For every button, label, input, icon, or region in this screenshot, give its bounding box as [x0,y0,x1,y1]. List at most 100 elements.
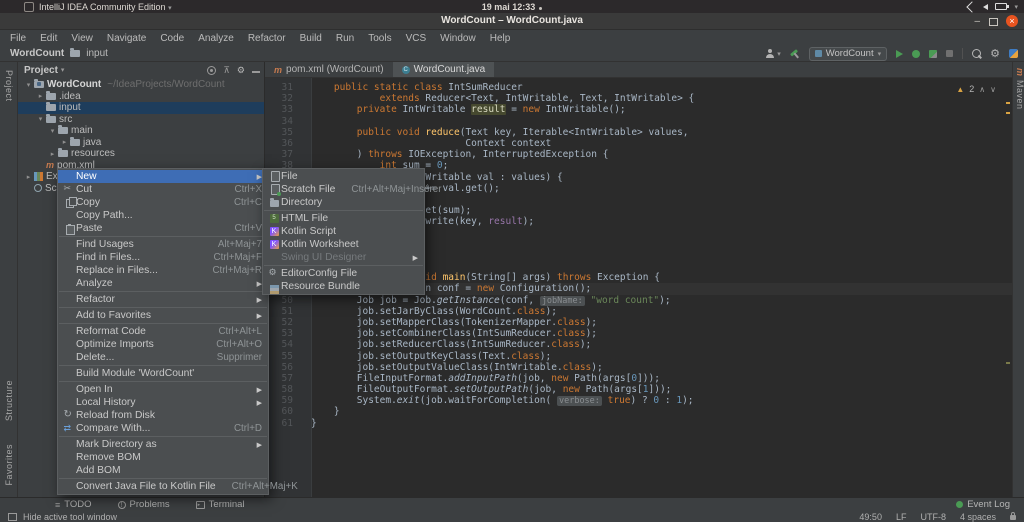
project-view-chevron-icon[interactable]: ▾ [61,66,65,74]
tree-chevron-icon[interactable]: ▸ [60,138,69,146]
tree-item-src[interactable]: ▾ src [18,113,264,126]
menu-view[interactable]: View [64,33,100,44]
context-menu-item-cut[interactable]: Cut Ctrl+X [58,183,268,196]
context-menu-item-reformat-code[interactable]: Reformat Code Ctrl+Alt+L [58,325,268,338]
coverage-button[interactable] [929,49,938,58]
tool-button-problems[interactable]: ! Problems [117,499,170,510]
menu-tools[interactable]: Tools [361,33,398,44]
settings-gear-icon[interactable]: ⚙ [990,48,1000,59]
tree-chevron-icon[interactable]: ▾ [36,115,45,123]
close-button[interactable]: × [1006,15,1018,27]
breadcrumb-folder[interactable]: input [86,48,108,59]
collapse-all-icon[interactable]: ⊼ [223,65,230,76]
context-menu-item-compare-with[interactable]: Compare With... Ctrl+D [58,422,268,435]
inspection-widget[interactable]: ▲ 2 ∧ ∨ [956,84,996,94]
new-submenu-item-file[interactable]: File [263,170,424,183]
context-menu-item-find-usages[interactable]: Find Usages Alt+Maj+7 [58,238,268,251]
context-menu-item-refactor[interactable]: Refactor ▶ [58,293,268,306]
menu-window[interactable]: Window [433,33,483,44]
new-submenu-item-directory[interactable]: Directory [263,196,424,209]
menu-refactor[interactable]: Refactor [241,33,293,44]
profile-icon[interactable] [1009,49,1018,58]
vcs-user-button[interactable]: ▾ [765,49,781,58]
minimize-button[interactable]: – [974,16,980,27]
context-menu-item-paste[interactable]: Paste Ctrl+V [58,222,268,235]
tree-item-main[interactable]: ▾ main [18,125,264,137]
context-menu-item-remove-bom[interactable]: Remove BOM [58,451,268,464]
project-panel-title[interactable]: Project [24,65,58,76]
tool-button-todo[interactable]: ≡ TODO [55,499,92,510]
scrollbar-marker-strip[interactable] [1006,94,1010,497]
menu-analyze[interactable]: Analyze [191,33,241,44]
indent-setting[interactable]: 4 spaces [960,512,996,522]
context-menu-item-find-in-files[interactable]: Find in Files... Ctrl+Maj+F [58,251,268,264]
tool-tab-project[interactable]: Project [4,70,14,102]
new-submenu-item-html-file[interactable]: HTML File [263,212,424,225]
panel-settings-icon[interactable]: ⚙ [237,65,245,75]
breadcrumb-project[interactable]: WordCount [10,48,64,59]
menu-code[interactable]: Code [153,33,191,44]
tree-chevron-icon[interactable]: ▸ [48,150,57,158]
context-menu-item-open-in[interactable]: Open In ▶ [58,383,268,396]
menu-build[interactable]: Build [293,33,329,44]
menu-vcs[interactable]: VCS [399,33,434,44]
tree-chevron-icon[interactable]: ▾ [24,81,33,89]
menu-help[interactable]: Help [483,33,518,44]
caret-position[interactable]: 49:50 [859,512,882,522]
context-menu-item-build-module-wordcount[interactable]: Build Module 'WordCount' [58,367,268,380]
context-menu-item-reload-from-disk[interactable]: Reload from Disk [58,409,268,422]
menu-file[interactable]: File [3,33,33,44]
context-menu-item-copy[interactable]: Copy Ctrl+C [58,196,268,209]
context-menu-item-new[interactable]: New ▶ [58,170,268,183]
tree-item-input[interactable]: input [18,102,264,114]
system-menu-chevron-icon[interactable]: ▾ [1014,3,1018,11]
menu-run[interactable]: Run [329,33,361,44]
new-submenu-item-kotlin-script[interactable]: Kotlin Script [263,225,424,238]
run-configuration-select[interactable]: WordCount ▾ [808,46,888,61]
menu-edit[interactable]: Edit [33,33,64,44]
context-menu-item-mark-directory-as[interactable]: Mark Directory as ▶ [58,438,268,451]
new-submenu-item-editorconfig-file[interactable]: EditorConfig File [263,267,424,280]
readonly-lock-icon[interactable] [1010,512,1016,520]
event-log-button[interactable]: Event Log [956,499,1010,510]
maximize-button[interactable] [989,18,998,26]
context-menu-item-optimize-imports[interactable]: Optimize Imports Ctrl+Alt+O [58,338,268,351]
context-menu-item-convert-java-file-to-kotlin-file[interactable]: Convert Java File to Kotlin File Ctrl+Alt… [58,480,298,493]
tool-tab-favorites[interactable]: Favorites [4,444,14,486]
context-menu-item-analyze[interactable]: Analyze ▶ [58,277,268,290]
context-menu-item-add-bom[interactable]: Add BOM [58,464,268,477]
tool-tab-structure[interactable]: Structure [4,380,14,421]
file-encoding[interactable]: UTF-8 [920,512,946,522]
locate-file-icon[interactable] [207,65,217,75]
debug-button[interactable] [912,49,921,58]
hide-panel-icon[interactable] [252,70,260,73]
new-submenu-item-resource-bundle[interactable]: Resource Bundle [263,280,424,293]
editor-tab-pom-xml-wordcount[interactable]: m pom.xml (WordCount) [265,62,393,77]
tree-item-wordcount[interactable]: ▾ WordCount ~/IdeaProjects/WordCount [18,79,264,91]
next-problem-icon[interactable]: ∨ [990,85,996,94]
network-icon[interactable] [966,0,979,13]
tree-item-java[interactable]: ▸ java [18,136,264,149]
tool-tab-maven[interactable]: Maven [1015,80,1024,110]
volume-icon[interactable] [983,3,989,10]
run-button[interactable] [896,49,904,58]
menu-navigate[interactable]: Navigate [100,33,153,44]
prev-problem-icon[interactable]: ∧ [979,85,985,94]
line-ending[interactable]: LF [896,512,907,522]
new-submenu-item-kotlin-worksheet[interactable]: Kotlin Worksheet [263,238,424,251]
build-hammer-icon[interactable] [788,46,802,60]
context-menu-item-add-to-favorites[interactable]: Add to Favorites ▶ [58,309,268,322]
context-menu-item-delete[interactable]: Delete... Supprimer [58,351,268,364]
battery-icon[interactable] [995,3,1010,10]
editor-tab-wordcount-java[interactable]: C WordCount.java [392,62,495,77]
stop-button[interactable] [946,50,954,57]
context-menu-item-replace-in-files[interactable]: Replace in Files... Ctrl+Maj+R [58,264,268,277]
tree-chevron-icon[interactable]: ▸ [24,173,33,181]
new-submenu-item-scratch-file[interactable]: Scratch File Ctrl+Alt+Maj+Insérer [263,183,441,196]
context-menu-item-copy-path[interactable]: Copy Path... [58,209,268,222]
tree-item-idea[interactable]: ▸ .idea [18,90,264,103]
search-everywhere-icon[interactable] [972,49,982,58]
tree-chevron-icon[interactable]: ▾ [48,127,57,135]
tree-item-resources[interactable]: ▸ resources [18,148,264,160]
tool-button-terminal[interactable]: ▸ Terminal [195,499,245,510]
